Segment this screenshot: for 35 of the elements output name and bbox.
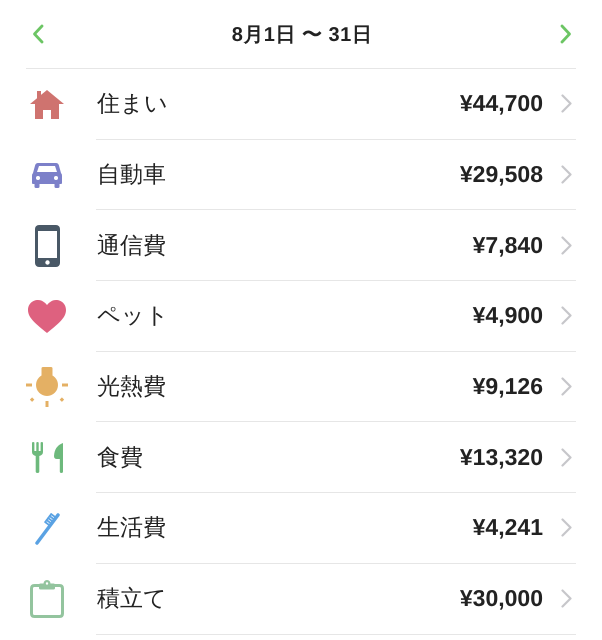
chevron-right-icon: [561, 165, 572, 184]
category-name: 光熱費: [97, 372, 167, 402]
category-name: 生活費: [97, 513, 167, 542]
category-amount: ¥44,700: [460, 90, 543, 118]
category-list-item[interactable]: 住まい ¥44,700: [26, 69, 576, 140]
category-amount: ¥7,840: [472, 232, 543, 259]
category-name: 食費: [97, 442, 144, 472]
category-name: 積立て: [97, 584, 168, 614]
chevron-right-icon: [560, 24, 572, 44]
category-name: 住まい: [97, 89, 169, 118]
category-name: ペット: [97, 301, 170, 330]
category-list-item[interactable]: 生活費 ¥4,241: [26, 493, 576, 564]
chevron-right-icon: [561, 94, 572, 114]
chevron-right-icon: [561, 306, 572, 326]
chevron-right-icon: [561, 589, 572, 608]
category-amount: ¥4,241: [472, 514, 543, 542]
chevron-right-icon: [561, 377, 572, 396]
chevron-right-icon: [561, 518, 572, 538]
category-name: 通信費: [97, 230, 167, 260]
category-list-item[interactable]: ペット ¥4,900: [26, 281, 576, 352]
category-amount: ¥4,900: [472, 302, 543, 330]
category-amount: ¥9,126: [472, 373, 543, 400]
date-range-title: 8月1日 〜 31日: [232, 22, 372, 48]
category-amount: ¥13,320: [460, 444, 543, 471]
category-amount: ¥30,000: [460, 585, 543, 612]
category-list-item[interactable]: 通信費 ¥7,840: [26, 210, 576, 282]
category-list-item[interactable]: 食費 ¥13,320: [26, 422, 576, 494]
category-list-item[interactable]: 自動車 ¥29,508: [26, 140, 576, 210]
category-name: 自動車: [97, 160, 167, 190]
category-amount: ¥29,508: [460, 161, 543, 188]
category-list-item[interactable]: 光熱費 ¥9,126: [26, 352, 576, 422]
chevron-right-icon: [561, 236, 572, 255]
chevron-left-icon: [32, 24, 44, 44]
chevron-right-icon: [561, 448, 572, 467]
category-list-item[interactable]: 積立て ¥30,000: [26, 564, 576, 634]
